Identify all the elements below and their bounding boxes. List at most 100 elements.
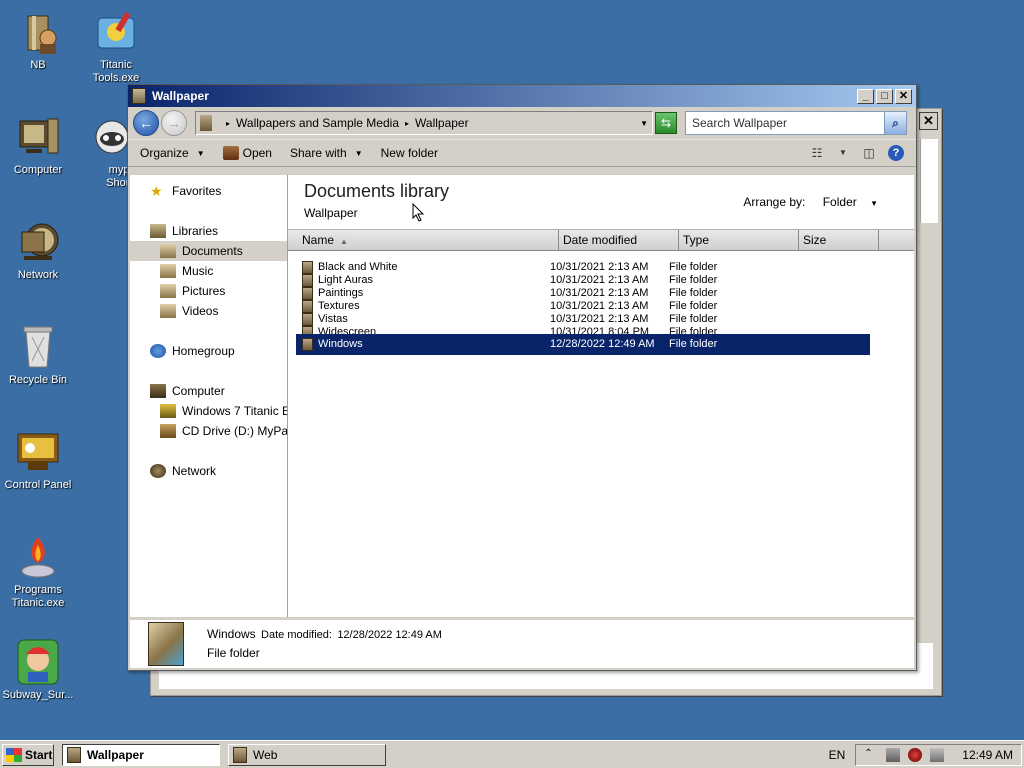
nav-pictures[interactable]: Pictures [130,281,287,301]
nav-label: Favorites [172,184,222,198]
file-list-pane[interactable]: Documents library Wallpaper Arrange by: … [288,175,914,617]
nav-label: Documents [182,244,243,258]
nav-videos[interactable]: Videos [130,301,287,321]
preview-pane-icon[interactable]: ◫ [860,145,878,161]
nav-computer[interactable]: Computer [130,381,287,401]
file-date: 10/31/2021 8:04 PM [550,326,650,334]
desktop-icon-label: Control Panel [4,479,72,491]
language-indicator[interactable]: EN [829,748,846,762]
file-row[interactable]: Paintings 10/31/2021 2:13 AM File folder [288,287,914,300]
nav-cd-drive[interactable]: CD Drive (D:) MyPal68 [130,421,287,441]
sort-ascending-icon: ▲ [340,237,348,246]
breadcrumb-wallpaper[interactable]: Wallpaper [415,116,469,130]
breadcrumb-chevron-icon[interactable]: ▸ [226,119,230,128]
new-folder-button[interactable]: New folder [381,146,438,160]
nav-libraries[interactable]: Libraries [130,221,287,241]
minimize-button[interactable]: _ [857,88,874,104]
volume-icon[interactable] [908,747,923,762]
title-bar[interactable]: Wallpaper _ □ ✕ [128,85,916,107]
view-options-icon[interactable]: ☷ [808,145,826,161]
folder-icon [302,300,313,313]
refresh-button[interactable]: ⇆ [655,112,677,134]
view-dropdown-icon[interactable]: ▼ [834,145,852,161]
explorer-window[interactable]: Wallpaper _ □ ✕ ← → ▸ Wallpapers and Sam… [127,84,917,671]
breadcrumb-wallpapers-and-sample-media[interactable]: Wallpapers and Sample Media [236,116,399,130]
file-row[interactable]: Widescreen 10/31/2021 8:04 PM File folder [288,326,914,334]
control-panel-icon [14,428,62,476]
desktop-icon-nb[interactable]: NB [0,8,76,72]
breadcrumb-chevron-icon[interactable]: ▸ [405,119,409,128]
nav-documents[interactable]: Documents [130,241,287,261]
nav-homegroup[interactable]: Homegroup [130,341,287,361]
back-button[interactable]: ← [133,110,159,136]
folder-icon [302,274,313,287]
file-row[interactable]: Light Auras 10/31/2021 2:13 AM File folder [288,274,914,287]
network-icon [14,218,62,266]
desktop-icon-control-panel[interactable]: Control Panel [0,428,76,492]
file-row-selected[interactable]: Windows 12/28/2022 12:49 AM File folder [296,334,870,355]
nav-network[interactable]: Network [130,461,287,481]
column-name[interactable]: Name ▲ [288,230,559,250]
nav-windows-7-drive[interactable]: Windows 7 Titanic Edit [130,401,287,421]
open-button[interactable]: Open [222,146,272,160]
share-with-button[interactable]: Share with ▼ [290,146,363,160]
desktop-icon-network[interactable]: Network [0,218,76,282]
chevron-down-icon[interactable]: ▼ [870,199,878,208]
address-dropdown-icon[interactable]: ▼ [640,119,648,128]
search-input[interactable]: Search Wallpaper [692,116,787,130]
share-label: Share with [289,146,347,160]
programs-app-icon [14,533,62,581]
address-bar[interactable]: ▸ Wallpapers and Sample Media ▸ Wallpape… [195,111,653,135]
cd-drive-icon [160,424,176,438]
new-folder-label: New folder [380,146,438,160]
start-button[interactable]: Start [2,743,54,766]
close-button[interactable]: ✕ [895,88,912,104]
tools-app-icon [92,8,140,56]
desktop-icon-recycle-bin[interactable]: Recycle Bin [0,323,76,387]
open-label: Open [242,146,272,160]
file-name: Vistas [318,313,348,325]
folder-icon [200,115,212,131]
column-type[interactable]: Type [679,230,799,250]
arrow-left-icon: ← [139,115,153,131]
nav-label: Music [182,264,214,278]
chevron-up-icon[interactable]: ⌃ [864,748,878,762]
arrange-by-dropdown[interactable]: Folder [823,195,857,209]
column-label: Size [803,233,827,247]
music-icon [160,264,176,278]
forward-button[interactable]: → [161,110,187,136]
search-box[interactable]: Search Wallpaper ⌕ [685,111,907,135]
desktop-icon-titanic-tools[interactable]: Titanic Tools.exe [78,8,154,85]
desktop-icon-computer[interactable]: Computer [0,113,76,177]
nav-favorites[interactable]: ★ Favorites [130,181,287,201]
column-date-modified[interactable]: Date modified [559,230,679,250]
nav-label: Windows 7 Titanic Edit [182,404,287,418]
background-window-close-button[interactable]: ✕ [919,112,938,130]
column-size[interactable]: Size [799,230,879,250]
desktop-icon-subway-surfers[interactable]: Subway_Sur... [0,638,76,702]
background-window-scrollbar[interactable] [920,139,938,223]
taskbar-item-web[interactable]: Web [228,743,386,766]
clock[interactable]: 12:49 AM [962,748,1013,762]
network-status-icon[interactable] [886,747,901,762]
documents-icon [160,244,176,258]
folder-icon [148,622,184,666]
taskbar-item-label: Wallpaper [87,747,144,762]
folder-icon [302,287,313,300]
file-row[interactable]: Vistas 10/31/2021 2:13 AM File folder [288,313,914,326]
file-row[interactable]: Textures 10/31/2021 2:13 AM File folder [288,300,914,313]
help-icon[interactable]: ? [888,145,904,161]
address-row: ← → ▸ Wallpapers and Sample Media ▸ Wall… [128,107,916,139]
navigation-pane[interactable]: ★ Favorites Libraries Documents Music Pic… [130,175,288,617]
file-row[interactable]: Black and White 10/31/2021 2:13 AM File fo… [288,261,914,274]
search-icon[interactable]: ⌕ [884,112,906,134]
action-center-icon[interactable] [930,747,945,762]
nav-music[interactable]: Music [130,261,287,281]
taskbar-item-wallpaper[interactable]: Wallpaper [62,743,220,766]
desktop-icon-label: NB [30,59,46,71]
desktop-icon-programs-titanic[interactable]: Programs Titanic.exe [0,533,76,610]
file-type: File folder [669,287,718,299]
windows-logo-icon [6,747,22,762]
organize-button[interactable]: Organize ▼ [140,146,205,160]
maximize-button[interactable]: □ [876,88,893,104]
